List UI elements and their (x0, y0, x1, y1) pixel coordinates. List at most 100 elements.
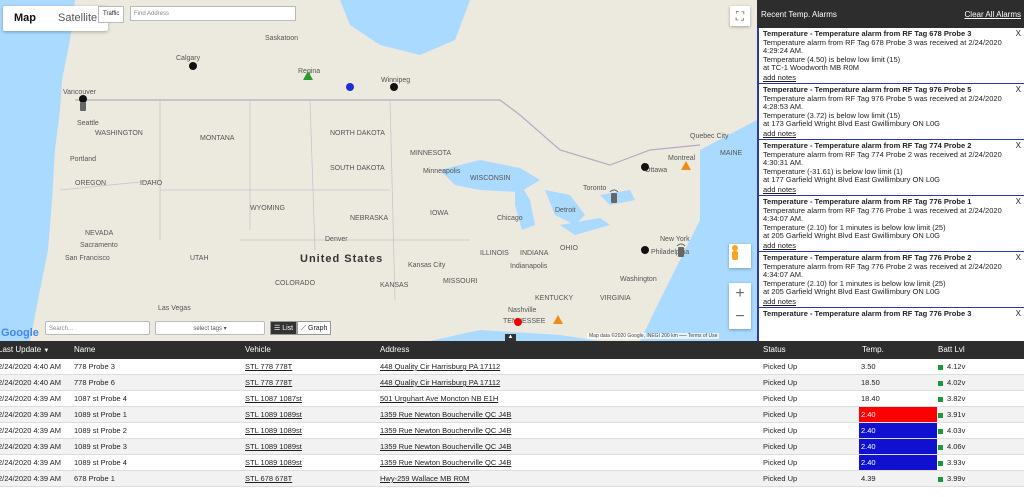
orange-arrow-icon[interactable] (552, 314, 564, 326)
green-arrow-icon[interactable] (302, 70, 314, 82)
col-batt[interactable]: Batt Lvl (938, 341, 965, 359)
vehicle-marker[interactable] (641, 163, 649, 171)
cell-address-link[interactable]: 1359 Rue Newton Boucherville QC J4B (380, 407, 511, 422)
alarm-title: Temperature - Temperature alarm from RF … (763, 309, 972, 318)
map-label: Quebec City (690, 133, 729, 140)
cell-vehicle-link[interactable]: STL 1089 1089st (245, 455, 302, 470)
cell-batt-value: 3.82v (947, 394, 966, 403)
alarm-location: at TC-1 Woodworth MB R0M (763, 63, 860, 73)
cell-vehicle-link[interactable]: STL 778 778T (245, 375, 292, 390)
cell-batt: 3.99v (938, 471, 965, 486)
cell-last-update: 2/24/2020 4:39 AM (0, 410, 61, 419)
clear-alarms-link[interactable]: Clear All Alarms (965, 10, 1021, 19)
add-notes-link[interactable]: add notes (763, 297, 1021, 307)
map-label: WASHINGTON (95, 130, 143, 137)
vehicle-marker[interactable] (189, 62, 197, 70)
close-icon[interactable]: X (1016, 141, 1021, 151)
cell-batt-value: 3.99v (947, 474, 966, 483)
cell-vehicle-link[interactable]: STL 678 678T (245, 471, 292, 486)
add-notes-link[interactable]: add notes (763, 241, 1021, 251)
map-area[interactable]: Map Satellite Traffic Find Address ⛶ + −… (0, 0, 757, 341)
graph-view-button[interactable]: ⟋ Graph (297, 321, 332, 335)
col-last-update[interactable]: Last Update ▼ (0, 341, 49, 360)
cell-vehicle-link[interactable]: STL 1089 1089st (245, 423, 302, 438)
map-attribution[interactable]: Map data ©2020 Google, INEGI 200 km ⎯⎯⎯ … (587, 333, 720, 339)
table-body: 2/24/2020 4:40 AM 778 Probe 3 STL 778 778T… (0, 359, 1024, 487)
cell-address-link[interactable]: 1359 Rue Newton Boucherville QC J4B (380, 455, 511, 470)
cell-vehicle-link[interactable]: STL 1089 1089st (245, 407, 302, 422)
close-icon[interactable]: X (1016, 29, 1021, 39)
table-row[interactable]: 2/24/2020 4:39 AM 1089 st Probe 1 STL 1089… (0, 407, 1024, 423)
cell-vehicle-link[interactable]: STL 1089 1089st (245, 439, 302, 454)
table-row[interactable]: 2/24/2020 4:40 AM 778 Probe 3 STL 778 778T… (0, 359, 1024, 375)
orange-arrow-icon[interactable] (680, 160, 692, 172)
alarm-item: Temperature - Temperature alarm from RF … (759, 196, 1024, 252)
close-icon[interactable]: X (1016, 309, 1021, 319)
rf-tag-icon[interactable] (676, 242, 686, 258)
list-view-button[interactable]: ☰ List (270, 321, 298, 335)
cell-batt: 4.03v (938, 423, 965, 438)
cell-temp: 2.40 (859, 455, 937, 470)
add-notes-link[interactable]: add notes (763, 129, 1021, 139)
cell-name: 1089 st Probe 3 (74, 442, 127, 451)
vehicle-marker[interactable] (514, 318, 522, 326)
map-label: Calgary (176, 55, 201, 62)
add-notes-link[interactable]: add notes (763, 73, 1021, 83)
table-row[interactable]: 2/24/2020 4:39 AM 1087 st Probe 4 STL 1087… (0, 391, 1024, 407)
find-address-input[interactable]: Find Address (130, 6, 296, 21)
vehicle-marker[interactable] (390, 83, 398, 91)
cell-address-link[interactable]: Hwy-259 Wallace MB R0M (380, 471, 469, 486)
cell-status: Picked Up (763, 474, 798, 483)
vehicle-marker[interactable] (346, 83, 354, 91)
table-row[interactable]: 2/24/2020 4:40 AM 778 Probe 6 STL 778 778T… (0, 375, 1024, 391)
table-row[interactable]: 2/24/2020 4:39 AM 1089 st Probe 3 STL 1089… (0, 439, 1024, 455)
cell-address-link[interactable]: 1359 Rue Newton Boucherville QC J4B (380, 423, 511, 438)
map-label: NEBRASKA (350, 215, 389, 222)
cell-address-link[interactable]: 1359 Rue Newton Boucherville QC J4B (380, 439, 511, 454)
sort-down-icon: ▼ (43, 348, 50, 354)
traffic-button[interactable]: Traffic (98, 6, 125, 23)
alarm-list[interactable]: Temperature - Temperature alarm from RF … (757, 28, 1024, 341)
cell-status: Picked Up (763, 394, 798, 403)
col-status[interactable]: Status (763, 341, 786, 359)
cell-address-link[interactable]: 501 Urquhart Ave Moncton NB E1H (380, 391, 498, 406)
add-notes-link[interactable]: add notes (763, 185, 1021, 195)
col-vehicle[interactable]: Vehicle (245, 341, 271, 359)
zoom-in-button[interactable]: + (729, 283, 751, 306)
map-label: Sacramento (80, 242, 118, 249)
vehicle-marker[interactable] (641, 246, 649, 254)
cell-vehicle-link[interactable]: STL 1087 1087st (245, 391, 302, 406)
cell-last-update: 2/24/2020 4:39 AM (0, 474, 61, 483)
battery-status-icon (938, 364, 943, 370)
table-header: Last Update ▼ Name Vehicle Address Statu… (0, 341, 1024, 359)
fullscreen-button[interactable]: ⛶ (730, 6, 750, 26)
col-address[interactable]: Address (380, 341, 409, 359)
close-icon[interactable]: X (1016, 197, 1021, 207)
cell-address-link[interactable]: 448 Quality Cir Harrisburg PA 17112 (380, 375, 500, 390)
table-row[interactable]: 2/24/2020 4:39 AM 678 Probe 1 STL 678 678T… (0, 471, 1024, 487)
table-row[interactable]: 2/24/2020 4:39 AM 1089 st Probe 2 STL 1089… (0, 423, 1024, 439)
rf-tag-icon[interactable] (78, 98, 88, 112)
table-row[interactable]: 2/24/2020 4:39 AM 1089 st Probe 4 STL 1089… (0, 455, 1024, 471)
alarm-location: at 173 Garfield Wright Blvd East Gwillim… (763, 119, 941, 129)
zoom-out-button[interactable]: − (729, 306, 751, 329)
cell-name: 1087 st Probe 4 (74, 394, 127, 403)
map-label: TENNESSEE (503, 318, 546, 325)
search-input[interactable]: Search... (45, 321, 150, 335)
tags-select[interactable]: select tags ▾ (155, 321, 265, 335)
cell-temp: 3.50 (861, 362, 876, 371)
rf-tag-icon[interactable] (609, 188, 619, 204)
cell-vehicle-link[interactable]: STL 778 778T (245, 359, 292, 374)
close-icon[interactable]: X (1016, 253, 1021, 263)
col-temp[interactable]: Temp. (862, 341, 884, 359)
map-label: Saskatoon (265, 35, 299, 42)
collapse-toggle[interactable]: ▲ (505, 334, 516, 341)
pegman-button[interactable] (729, 244, 751, 268)
cell-address-link[interactable]: 448 Quality Cir Harrisburg PA 17112 (380, 359, 500, 374)
map-tab[interactable]: Map (3, 6, 47, 31)
close-icon[interactable]: X (1016, 85, 1021, 95)
battery-status-icon (938, 428, 943, 434)
alarm-message: Temperature alarm from RF Tag 776 Probe … (763, 205, 1002, 224)
alarm-item: Temperature - Temperature alarm from RF … (759, 140, 1024, 196)
col-name[interactable]: Name (74, 341, 95, 359)
